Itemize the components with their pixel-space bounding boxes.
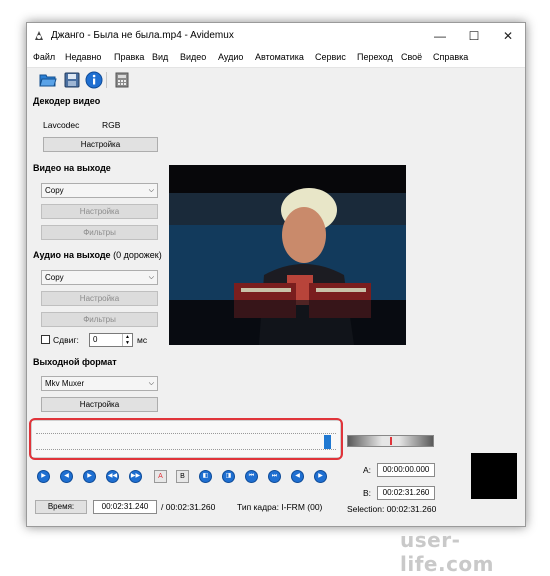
video-codec-select[interactable]: Copy ⌵ bbox=[41, 183, 158, 198]
maximize-button[interactable]: ☐ bbox=[457, 25, 491, 47]
goto-marker-b-icon[interactable]: ▶ bbox=[314, 470, 327, 483]
video-frame-image bbox=[169, 165, 406, 345]
decoder-colorspace: RGB bbox=[102, 120, 121, 130]
video-preview bbox=[169, 165, 406, 345]
marker-a-time: 00:00:00.000 bbox=[377, 463, 435, 477]
goto-marker-a-icon[interactable]: ◀ bbox=[291, 470, 304, 483]
audio-shift-label: Сдвиг: bbox=[53, 335, 79, 345]
avidemux-logo-icon bbox=[35, 31, 43, 40]
menu-audio[interactable]: Аудио bbox=[218, 52, 243, 62]
audio-codec-select[interactable]: Copy ⌵ bbox=[41, 270, 158, 285]
audio-output-title: Аудио на выходе (0 дорожек) bbox=[33, 250, 162, 260]
menu-recent[interactable]: Недавно bbox=[65, 52, 101, 62]
prev-frame-icon[interactable]: ◀ bbox=[60, 470, 73, 483]
video-filters-button[interactable]: Фильтры bbox=[41, 225, 158, 240]
audio-shift-unit: мс bbox=[137, 335, 148, 345]
avidemux-window: Джанго - Была не была.mp4 - Avidemux — ☐… bbox=[26, 22, 526, 527]
prev-black-frame-icon[interactable]: ◧ bbox=[199, 470, 212, 483]
toolbar-separator bbox=[106, 72, 107, 88]
time-button[interactable]: Время: bbox=[35, 500, 87, 514]
menu-file[interactable]: Файл bbox=[33, 52, 55, 62]
timeline-highlight-frame bbox=[29, 418, 343, 460]
chevron-down-icon: ⌵ bbox=[148, 274, 154, 281]
menu-view[interactable]: Вид bbox=[152, 52, 168, 62]
minimize-button[interactable]: — bbox=[423, 25, 457, 47]
watermark-text: user-life.com bbox=[400, 528, 495, 576]
current-time-field[interactable]: 00:02:31.240 bbox=[93, 500, 157, 514]
save-icon[interactable] bbox=[63, 71, 81, 89]
calculator-icon[interactable] bbox=[113, 71, 131, 89]
audio-settings-button[interactable]: Настройка bbox=[41, 291, 158, 306]
marker-a-label: A: bbox=[363, 465, 372, 475]
total-time: / 00:02:31.260 bbox=[161, 502, 216, 512]
marker-b-label: B: bbox=[363, 488, 372, 498]
close-button[interactable]: ✕ bbox=[491, 25, 525, 47]
audio-codec-value: Copy bbox=[45, 273, 64, 282]
video-output-title: Видео на выходе bbox=[33, 163, 111, 173]
chevron-down-icon: ⌵ bbox=[148, 380, 154, 387]
decoder-settings-button[interactable]: Настройка bbox=[43, 137, 158, 152]
output-format-value: Mkv Muxer bbox=[45, 379, 85, 388]
next-keyframe-icon[interactable]: ▶▶ bbox=[129, 470, 142, 483]
last-frame-icon[interactable]: ⏭ bbox=[268, 470, 281, 483]
spin-arrows-icon[interactable]: ▲ ▼ bbox=[122, 334, 132, 346]
prev-keyframe-icon[interactable]: ◀◀ bbox=[106, 470, 119, 483]
video-settings-button[interactable]: Настройка bbox=[41, 204, 158, 219]
audio-tracks-count: (0 дорожек) bbox=[113, 250, 162, 260]
decoder-title: Декодер видео bbox=[33, 96, 101, 106]
set-marker-a-button[interactable]: A bbox=[154, 470, 167, 483]
chevron-down-icon: ⌵ bbox=[148, 187, 154, 194]
menu-bar: Файл Недавно Правка Вид Видео Аудио Авто… bbox=[27, 49, 525, 68]
info-icon[interactable] bbox=[85, 71, 103, 89]
output-format-title: Выходной формат bbox=[33, 357, 117, 367]
volume-marker[interactable] bbox=[390, 437, 392, 445]
first-frame-icon[interactable]: ⏮ bbox=[245, 470, 258, 483]
menu-help[interactable]: Справка bbox=[433, 52, 468, 62]
menu-video[interactable]: Видео bbox=[180, 52, 206, 62]
video-codec-value: Copy bbox=[45, 186, 64, 195]
marker-b-time: 00:02:31.260 bbox=[377, 486, 435, 500]
audio-filters-button[interactable]: Фильтры bbox=[41, 312, 158, 327]
menu-edit[interactable]: Правка bbox=[114, 52, 144, 62]
selection-duration: Selection: 00:02:31.260 bbox=[347, 504, 437, 514]
audio-shift-checkbox[interactable] bbox=[41, 335, 50, 344]
open-folder-icon[interactable] bbox=[39, 71, 57, 89]
output-format-select[interactable]: Mkv Muxer ⌵ bbox=[41, 376, 158, 391]
audio-output-title-text: Аудио на выходе bbox=[33, 250, 111, 260]
decoder-codec: Lavcodec bbox=[43, 120, 80, 130]
toolbar bbox=[27, 68, 525, 92]
menu-custom[interactable]: Своё bbox=[401, 52, 422, 62]
audio-shift-value: 0 bbox=[93, 335, 98, 344]
play-icon[interactable]: ▶ bbox=[37, 470, 50, 483]
output-format-settings-button[interactable]: Настройка bbox=[41, 397, 158, 412]
title-bar: Джанго - Была не была.mp4 - Avidemux — ☐… bbox=[27, 23, 525, 49]
menu-tools[interactable]: Сервис bbox=[315, 52, 346, 62]
next-black-frame-icon[interactable]: ◨ bbox=[222, 470, 235, 483]
set-marker-b-button[interactable]: B bbox=[176, 470, 189, 483]
next-frame-icon[interactable]: ▶ bbox=[83, 470, 96, 483]
window-title: Джанго - Была не была.mp4 - Avidemux bbox=[51, 30, 234, 41]
frame-type: Тип кадра: I-FRM (00) bbox=[237, 502, 323, 512]
thumbnail-preview bbox=[471, 453, 517, 499]
menu-go[interactable]: Переход bbox=[357, 52, 393, 62]
audio-shift-input[interactable]: 0 ▲ ▼ bbox=[89, 333, 133, 347]
menu-automation[interactable]: Автоматика bbox=[255, 52, 304, 62]
volume-slider[interactable] bbox=[347, 435, 434, 447]
